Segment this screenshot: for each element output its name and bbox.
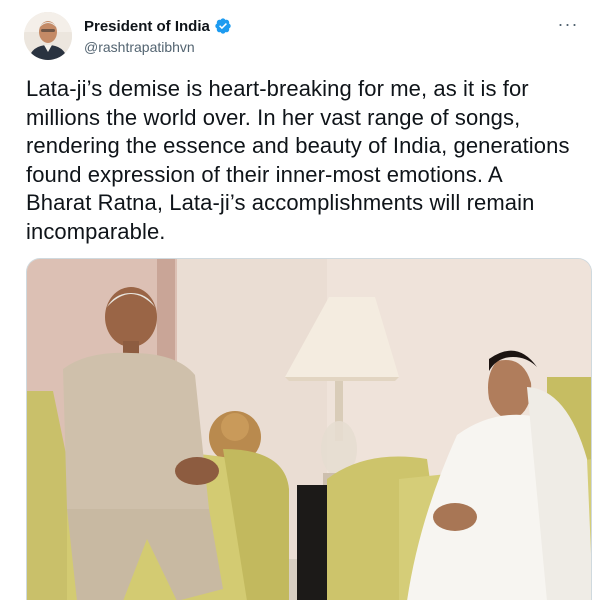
more-options-icon[interactable]: ··· [556,15,580,36]
attached-photo [27,259,591,600]
display-name[interactable]: President of India [84,18,210,35]
tweet-photo[interactable] [26,258,592,600]
tweet-text: Lata-ji’s demise is heart-breaking for m… [26,76,570,244]
tweet-header: President of India @rashtrapatibhvn ··· [24,12,584,64]
avatar-photo-icon [24,12,72,60]
avatar[interactable] [24,12,72,60]
author-names: President of India @rashtrapatibhvn [84,16,232,55]
author-handle[interactable]: @rashtrapatibhvn [84,39,232,55]
tweet: President of India @rashtrapatibhvn ··· … [0,0,600,600]
display-name-row: President of India [84,16,232,36]
verified-badge-icon [214,17,232,35]
